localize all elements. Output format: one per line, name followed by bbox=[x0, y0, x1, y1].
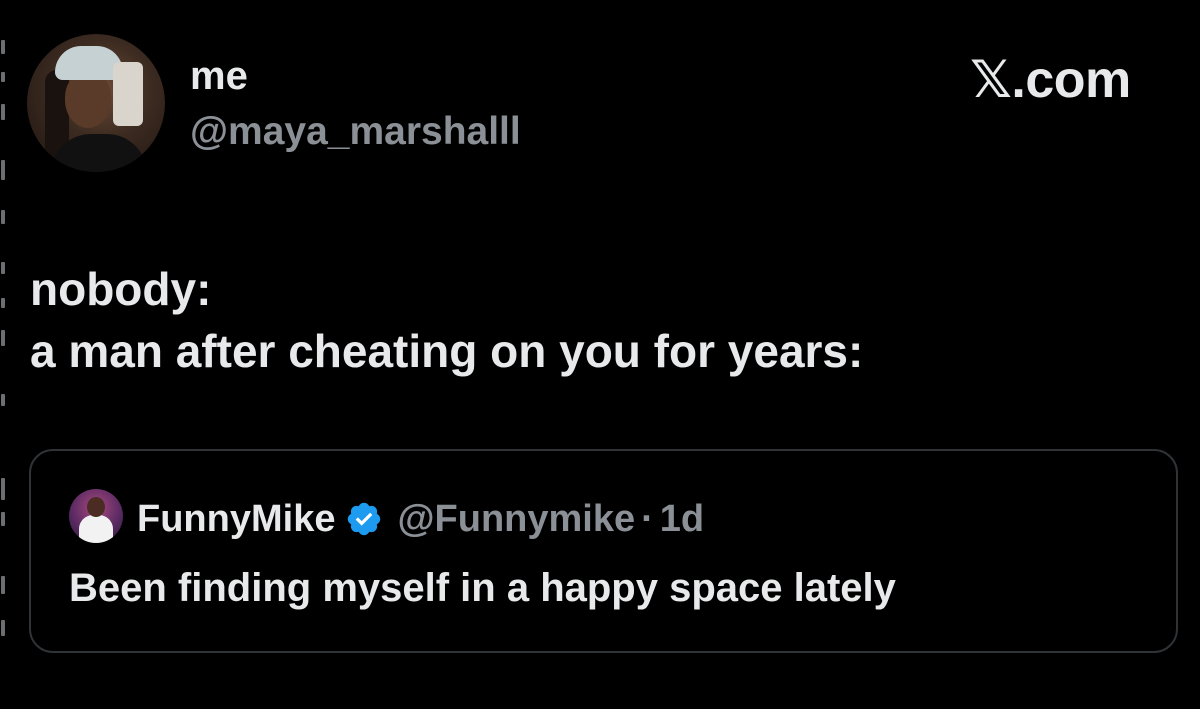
author-handle[interactable]: @maya_marshalll bbox=[190, 108, 521, 156]
tweet-text: nobody: a man after cheating on you for … bbox=[30, 258, 1130, 382]
quoted-author-handle[interactable]: @Funnymike bbox=[397, 498, 635, 541]
x-logo-brand: 𝕏.com bbox=[970, 51, 1131, 109]
tweet-text-line: nobody: bbox=[30, 263, 212, 315]
quoted-tweet-timestamp[interactable]: 1d bbox=[660, 498, 704, 541]
header-separator-dot: · bbox=[641, 497, 654, 540]
quoted-tweet-card[interactable]: FunnyMike @Funnymike · 1d Been finding m… bbox=[29, 449, 1178, 653]
quoted-author-avatar[interactable] bbox=[69, 489, 123, 543]
author-avatar[interactable] bbox=[27, 34, 165, 172]
author-display-name[interactable]: me bbox=[190, 52, 248, 100]
tweet-text-line: a man after cheating on you for years: bbox=[30, 325, 864, 377]
screenshot-page: me @maya_marshalll 𝕏.com nobody: a man a… bbox=[0, 0, 1200, 709]
left-edge-artifacts bbox=[0, 0, 8, 709]
verified-badge-icon bbox=[348, 502, 381, 536]
quoted-author-display-name[interactable]: FunnyMike bbox=[137, 498, 335, 541]
quoted-tweet-header: FunnyMike @Funnymike · 1d bbox=[137, 491, 704, 547]
quoted-tweet-text: Been finding myself in a happy space lat… bbox=[69, 566, 896, 610]
